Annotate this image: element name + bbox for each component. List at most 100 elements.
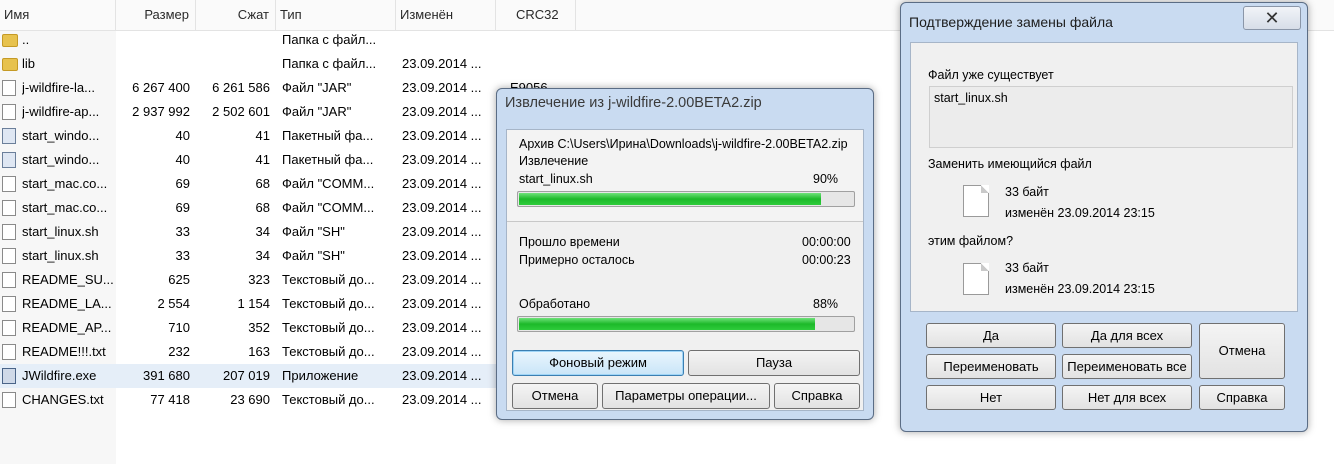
processed-progress-fill — [519, 318, 815, 330]
file-size: 69 — [175, 176, 190, 191]
file-packed-size: 68 — [255, 200, 270, 215]
extract-window-body: Архив C:\Users\Ирина\Downloads\j-wildfir… — [506, 129, 864, 411]
column-header-name[interactable]: Имя — [0, 0, 116, 30]
file-modified: 23.09.2014 ... — [402, 200, 482, 215]
file-icon — [2, 224, 16, 240]
column-header-crc[interactable]: CRC32 — [496, 0, 576, 30]
confirm-info-panel: Файл уже существует start_linux.sh Замен… — [910, 42, 1298, 312]
file-size: 2 554 — [157, 296, 190, 311]
file-packed-size: 34 — [255, 248, 270, 263]
cancel-replace-button[interactable]: Отмена — [1199, 323, 1285, 379]
text-file-icon — [2, 344, 16, 360]
column-header-type[interactable]: Тип — [276, 0, 396, 30]
text-file-icon — [2, 320, 16, 336]
file-type: Текстовый до... — [282, 296, 375, 311]
close-icon[interactable]: ✕ — [1243, 6, 1301, 30]
file-packed-size: 23 690 — [230, 392, 270, 407]
file-type: Приложение — [282, 368, 359, 383]
file-packed-size: 207 019 — [223, 368, 270, 383]
file-name: lib — [22, 56, 36, 71]
background-mode-button[interactable]: Фоновый режим — [512, 350, 684, 376]
file-packed-size: 1 154 — [237, 296, 270, 311]
column-header-packed[interactable]: Сжат — [196, 0, 276, 30]
file-size: 33 — [175, 224, 190, 239]
file-type: Пакетный фа... — [282, 152, 374, 167]
file-type: Файл "COMM... — [282, 176, 375, 191]
column-header-modified[interactable]: Изменён — [396, 0, 496, 30]
file-row[interactable]: JWildfire.exe 391 680 207 019 Приложение 23.… — [0, 364, 500, 388]
file-size: 40 — [175, 128, 190, 143]
file-modified: 23.09.2014 ... — [402, 392, 482, 407]
file-icon — [2, 104, 16, 120]
file-type: Папка с файл... — [282, 32, 377, 47]
processed-progress-bar — [517, 316, 855, 332]
file-name: start_mac.co... — [22, 176, 108, 191]
file-size: 69 — [175, 200, 190, 215]
yes-to-all-button[interactable]: Да для всех — [1062, 323, 1192, 348]
file-size: 391 680 — [143, 368, 190, 383]
confirm-help-button[interactable]: Справка — [1199, 385, 1285, 410]
processed-percent: 88% — [813, 297, 839, 311]
file-progress-fill — [519, 193, 821, 205]
file-progress-bar — [517, 191, 855, 207]
new-file-icon — [963, 263, 989, 295]
file-progress-section: Архив C:\Users\Ирина\Downloads\j-wildfir… — [507, 130, 863, 222]
no-to-all-button[interactable]: Нет для всех — [1062, 385, 1192, 410]
file-modified: 23.09.2014 ... — [402, 104, 482, 119]
file-type: Файл "SH" — [282, 248, 345, 263]
existing-filename: start_linux.sh — [934, 91, 1008, 105]
file-name: README_LA... — [22, 296, 112, 311]
current-file-name: start_linux.sh — [519, 172, 593, 186]
file-size: 2 937 992 — [132, 104, 190, 119]
existing-filename-box: start_linux.sh — [929, 86, 1293, 148]
file-modified: 23.09.2014 ... — [402, 320, 482, 335]
old-file-icon — [963, 185, 989, 217]
elapsed-label: Прошло времени — [519, 235, 620, 249]
extract-help-button[interactable]: Справка — [774, 383, 860, 409]
extract-window-title: Извлечение из j-wildfire-2.00BETA2.zip — [505, 95, 762, 111]
file-name: start_linux.sh — [22, 248, 99, 263]
file-type: Текстовый до... — [282, 392, 375, 407]
file-type: Пакетный фа... — [282, 128, 374, 143]
file-name: start_mac.co... — [22, 200, 108, 215]
file-size: 33 — [175, 248, 190, 263]
file-name: JWildfire.exe — [22, 368, 97, 383]
batch-file-icon — [2, 152, 16, 168]
file-size: 710 — [168, 320, 190, 335]
file-icon — [2, 200, 16, 216]
pause-button[interactable]: Пауза — [688, 350, 860, 376]
yes-button[interactable]: Да — [926, 323, 1056, 348]
file-packed-size: 2 502 601 — [212, 104, 270, 119]
new-file-size: 33 байт — [1005, 261, 1049, 275]
text-file-icon — [2, 392, 16, 408]
new-file-modified: изменён 23.09.2014 23:15 — [1005, 282, 1155, 296]
rename-all-button[interactable]: Переименовать все — [1062, 354, 1192, 379]
file-name: start_windo... — [22, 152, 100, 167]
file-size: 40 — [175, 152, 190, 167]
file-packed-size: 41 — [255, 128, 270, 143]
folder-icon — [2, 34, 18, 47]
column-header-size[interactable]: Размер — [116, 0, 196, 30]
file-size: 6 267 400 — [132, 80, 190, 95]
file-packed-size: 352 — [248, 320, 270, 335]
confirm-replace-window: Подтверждение замены файла ✕ Файл уже су… — [900, 2, 1308, 432]
operation-options-button[interactable]: Параметры операции... — [602, 383, 770, 409]
file-name: README!!!.txt — [22, 344, 106, 359]
old-file-size: 33 байт — [1005, 185, 1049, 199]
file-icon — [2, 248, 16, 264]
file-name: start_linux.sh — [22, 224, 99, 239]
file-packed-size: 41 — [255, 152, 270, 167]
file-name: start_windo... — [22, 128, 100, 143]
file-name: README_AP... — [22, 320, 112, 335]
no-button[interactable]: Нет — [926, 385, 1056, 410]
processed-label: Обработано — [519, 297, 591, 311]
cancel-extract-button[interactable]: Отмена — [512, 383, 598, 409]
file-type: Папка с файл... — [282, 56, 377, 71]
file-modified: 23.09.2014 ... — [402, 272, 482, 287]
action-label: Извлечение — [519, 154, 589, 168]
rename-button[interactable]: Переименовать — [926, 354, 1056, 379]
file-type: Текстовый до... — [282, 344, 375, 359]
file-name: .. — [22, 32, 30, 47]
old-file-modified: изменён 23.09.2014 23:15 — [1005, 206, 1155, 220]
file-name: CHANGES.txt — [22, 392, 104, 407]
